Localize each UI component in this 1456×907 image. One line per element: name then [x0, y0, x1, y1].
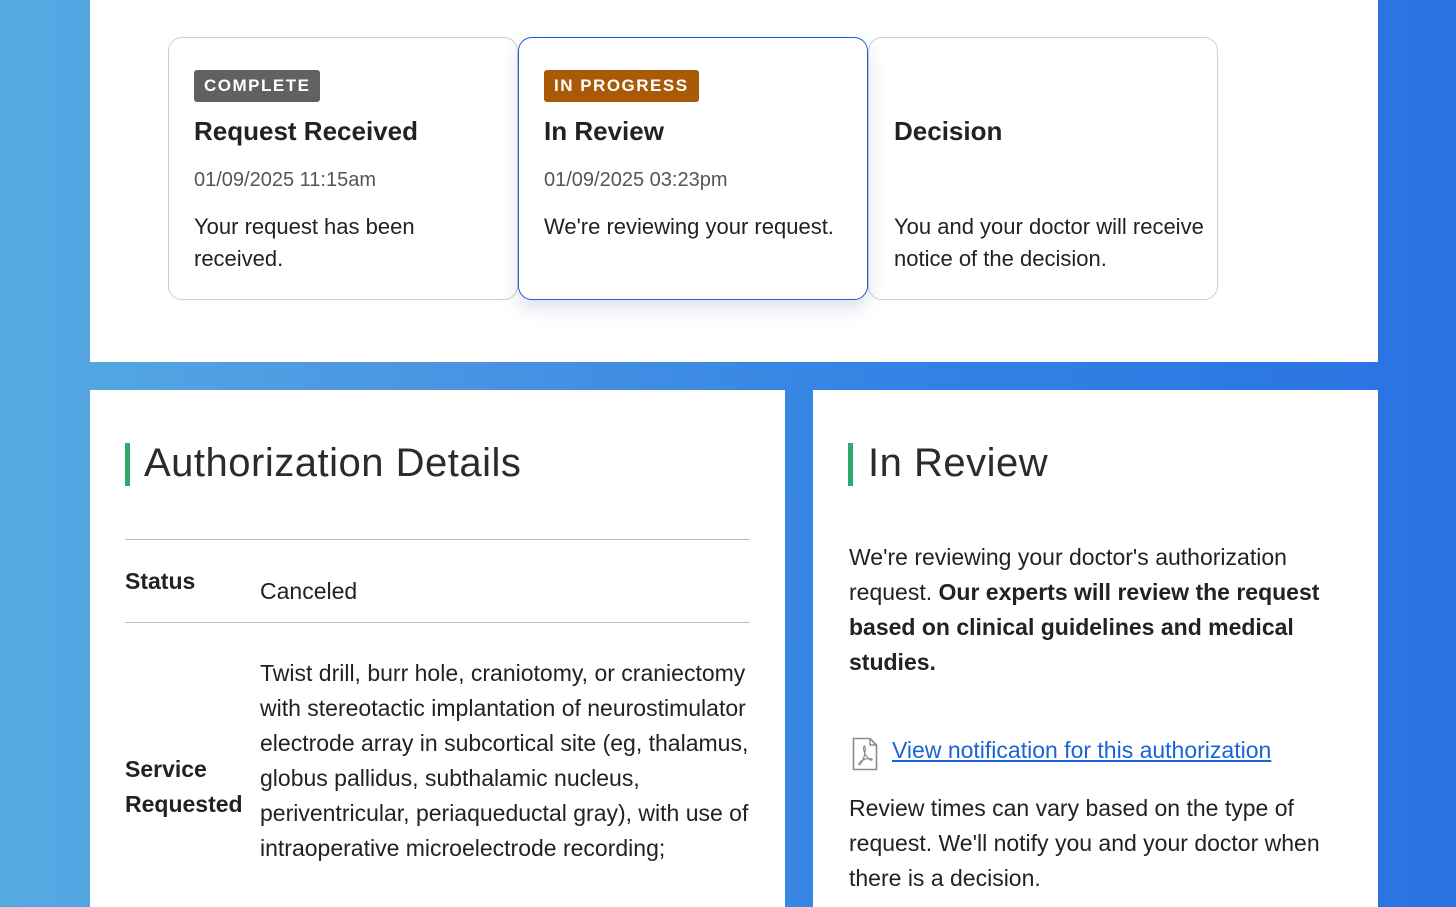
service-requested-label: Service Requested: [125, 752, 243, 822]
service-label-line2: Requested: [125, 791, 243, 817]
review-times-text: Review times can vary based on the type …: [849, 795, 1320, 891]
divider: [125, 622, 750, 623]
step-description: We're reviewing your request.: [544, 214, 834, 239]
step-title: Request Received: [194, 116, 418, 146]
step-description: You and your doctor will receive notice …: [894, 214, 1204, 271]
status-value: Canceled: [260, 578, 358, 604]
status-badge-in-progress: IN PROGRESS: [544, 70, 699, 102]
service-label-line1: Service: [125, 756, 207, 782]
review-intro: We're reviewing your doctor's authorizat…: [849, 540, 1349, 680]
step-request-received: COMPLETE Request Received 01/09/2025 11:…: [168, 37, 518, 300]
step-in-review: IN PROGRESS In Review 01/09/2025 03:23pm…: [518, 37, 868, 300]
pdf-icon[interactable]: [852, 737, 878, 771]
authorization-details-heading: Authorization Details: [144, 441, 522, 485]
heading-accent-bar: [125, 443, 130, 486]
step-timestamp: 01/09/2025 03:23pm: [544, 169, 728, 191]
in-review-heading: In Review: [868, 441, 1049, 485]
status-tracker: COMPLETE Request Received 01/09/2025 11:…: [168, 37, 1218, 300]
step-description: Your request has been received.: [194, 214, 415, 271]
service-requested-value: Twist drill, burr hole, craniotomy, or c…: [260, 660, 749, 861]
step-decision: Decision You and your doctor will receiv…: [868, 37, 1218, 300]
step-timestamp: 01/09/2025 11:15am: [194, 169, 377, 191]
status-label: Status: [125, 568, 196, 594]
view-notification-link[interactable]: View notification for this authorization: [892, 733, 1271, 768]
heading-accent-bar: [848, 443, 853, 486]
divider: [125, 539, 750, 540]
status-badge-complete: COMPLETE: [194, 70, 321, 102]
step-title: Decision: [894, 116, 1003, 146]
step-title: In Review: [544, 116, 664, 146]
